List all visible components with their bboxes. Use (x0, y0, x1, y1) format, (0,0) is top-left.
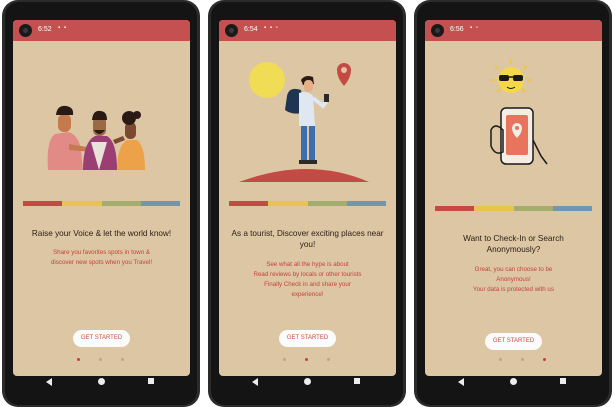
page-dot-active (305, 358, 308, 361)
back-icon[interactable] (46, 378, 52, 386)
status-time: 6:54 (244, 26, 258, 33)
recents-icon[interactable] (354, 378, 360, 384)
status-icons: ▪ ▫ (470, 25, 479, 31)
front-camera (431, 24, 444, 37)
status-bar: 6:52 ▪ ▪ (13, 20, 190, 41)
phone-with-cool-sun-illustration (490, 60, 548, 165)
page-dot (283, 358, 286, 361)
description-line: Great, you can choose to be (474, 266, 553, 273)
back-icon[interactable] (458, 378, 464, 386)
onboarding-screen-3: 6:56 ▪ ▫ Want to Check-In or Search Anon… (425, 20, 602, 376)
page-dot-active (77, 358, 80, 361)
onboarding-description: See what all the hype is about Read revi… (229, 260, 386, 300)
system-nav-bar (414, 378, 612, 390)
phone-frame-1: 6:52 ▪ ▪ Raise your Voice & let the worl… (2, 0, 200, 407)
notification-icon: ▪ (63, 25, 67, 31)
description-line: experience! (291, 291, 324, 298)
home-icon[interactable] (304, 378, 311, 385)
phone-frame-3: 6:56 ▪ ▫ Want to Check-In or Search Anon… (414, 0, 612, 407)
description-line: Your data is protected with us (473, 286, 554, 293)
page-indicator (219, 358, 396, 362)
onboarding-screen-1: 6:52 ▪ ▪ Raise your Voice & let the worl… (13, 20, 190, 376)
description-line: Share you favorites spots in town & (53, 249, 150, 256)
system-nav-bar (208, 378, 406, 390)
onboarding-title: Raise your Voice & let the world know! (31, 229, 172, 238)
color-divider-bar (435, 206, 592, 211)
sim-icon: ▪ (470, 25, 474, 31)
onboarding-title: As a tourist, Discover exciting places n… (231, 229, 384, 249)
page-indicator (425, 358, 602, 362)
system-nav-bar (2, 378, 200, 390)
status-bar: 6:54 ▪ ▪ ▫ (219, 20, 396, 41)
phone-frame-2: 6:54 ▪ ▪ ▫ As a tourist, Discover exciti… (208, 0, 406, 407)
description-line: Finally Check in and share your (264, 281, 351, 288)
status-time: 6:56 (450, 26, 464, 33)
get-started-button[interactable]: GET STARTED (279, 330, 336, 347)
color-divider-bar (23, 201, 180, 206)
back-icon[interactable] (252, 378, 258, 386)
page-indicator (13, 358, 190, 362)
description-line: discover new spots when you Travel! (50, 259, 153, 266)
friends-chatting-illustration (47, 105, 145, 170)
front-camera (225, 24, 238, 37)
sim-icon: ▪ (58, 25, 62, 31)
status-bar: 6:56 ▪ ▫ (425, 20, 602, 41)
onboarding-screen-2: 6:54 ▪ ▪ ▫ As a tourist, Discover exciti… (219, 20, 396, 376)
description-line: Read reviews by locals or other tourists (253, 271, 362, 278)
card-icon: ▫ (275, 25, 279, 31)
onboarding-description: Share you favorites spots in town & disc… (23, 248, 180, 268)
page-dot-active (543, 358, 546, 361)
card-icon: ▫ (475, 25, 479, 31)
get-started-button[interactable]: GET STARTED (73, 330, 130, 347)
status-time: 6:52 (38, 26, 52, 33)
home-icon[interactable] (98, 378, 105, 385)
home-icon[interactable] (510, 378, 517, 385)
description-line: Anonymous! (496, 276, 531, 283)
sim-icon: ▪ (264, 25, 268, 31)
status-icons: ▪ ▪ (58, 25, 67, 31)
page-dot (521, 358, 524, 361)
onboarding-title: Want to Check-In or Search Anonymously? (463, 234, 564, 254)
recents-icon[interactable] (148, 378, 154, 384)
description-line: See what all the hype is about (266, 261, 349, 268)
get-started-button[interactable]: GET STARTED (485, 333, 542, 350)
color-divider-bar (229, 201, 386, 206)
front-camera (19, 24, 32, 37)
page-dot (121, 358, 124, 361)
page-dot (99, 358, 102, 361)
onboarding-description: Great, you can choose to be Anonymous! Y… (435, 265, 592, 295)
recents-icon[interactable] (560, 378, 566, 384)
page-dot (327, 358, 330, 361)
status-icons: ▪ ▪ ▫ (264, 25, 279, 31)
tourist-on-hill-illustration (239, 62, 369, 182)
page-dot (499, 358, 502, 361)
notification-icon: ▪ (269, 25, 273, 31)
